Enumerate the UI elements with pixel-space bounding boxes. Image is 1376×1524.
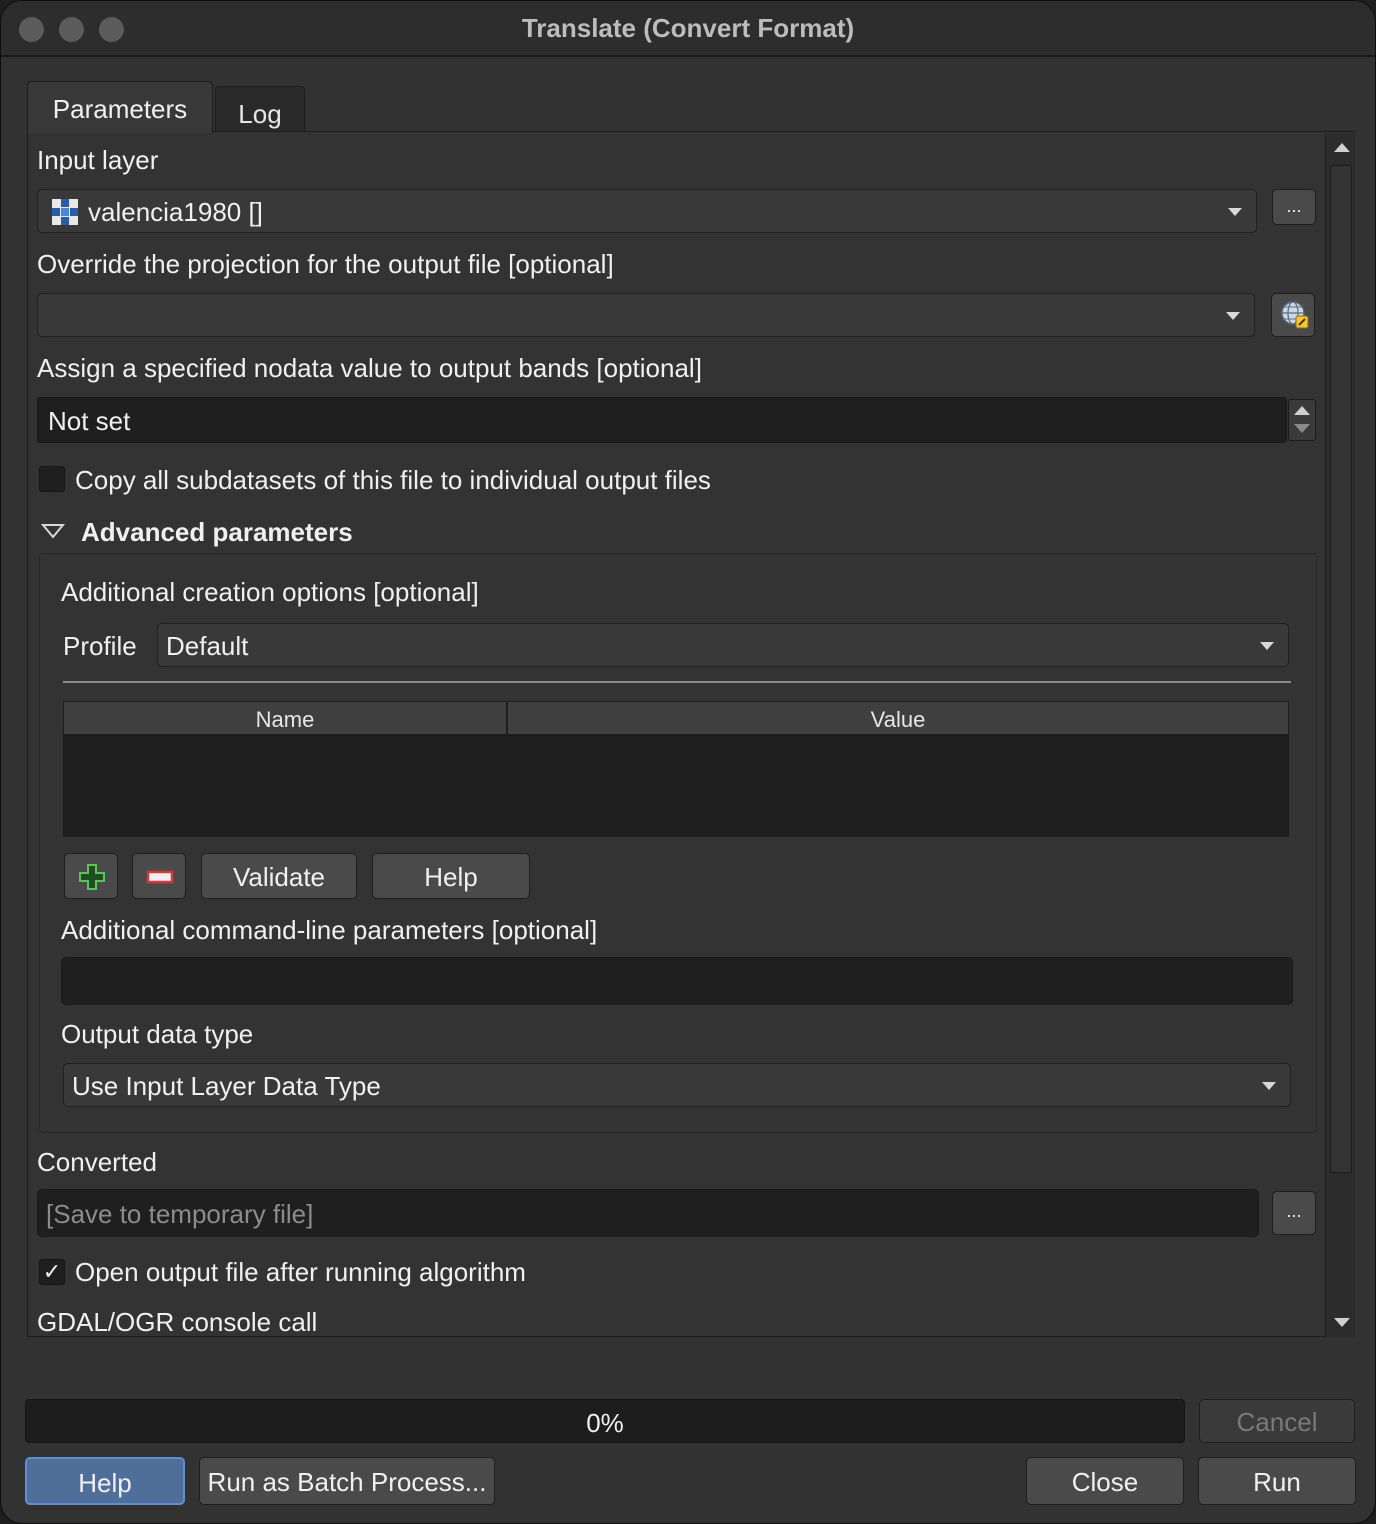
copy-subdatasets-checkbox[interactable]	[39, 466, 65, 492]
tab-log[interactable]: Log	[215, 86, 305, 132]
input-layer-value: valencia1980 []	[88, 197, 263, 227]
scrollbar-thumb[interactable]	[1330, 165, 1352, 1173]
projection-combo[interactable]	[37, 293, 1255, 337]
scroll-down-icon[interactable]	[1334, 1318, 1350, 1327]
projection-label: Override the projection for the output f…	[37, 249, 614, 279]
tab-parameters[interactable]: Parameters	[27, 81, 213, 133]
progress-text: 0%	[586, 1408, 624, 1438]
tab-parameters-label: Parameters	[52, 94, 188, 124]
converted-placeholder: [Save to temporary file]	[46, 1199, 314, 1229]
converted-browse-button[interactable]: ...	[1272, 1191, 1316, 1235]
nodata-spinbox[interactable]: Not set	[37, 397, 1287, 443]
table-header-value[interactable]: Value	[507, 701, 1289, 735]
profile-value: Default	[166, 631, 249, 661]
converted-output-field[interactable]: [Save to temporary file]	[37, 1189, 1259, 1237]
open-output-label: Open output file after running algorithm	[75, 1257, 526, 1287]
nodata-value: Not set	[48, 406, 131, 436]
scroll-up-icon[interactable]	[1334, 143, 1350, 152]
copy-subdatasets-label: Copy all subdatasets of this file to ind…	[75, 465, 711, 495]
globe-crs-icon	[1281, 301, 1309, 329]
output-data-type-label: Output data type	[61, 1019, 254, 1049]
nodata-label: Assign a specified nodata value to outpu…	[37, 353, 702, 383]
creation-options-label: Additional creation options [optional]	[61, 577, 479, 607]
divider	[63, 681, 1291, 683]
tab-log-label: Log	[238, 99, 282, 129]
chevron-down-icon	[1228, 208, 1242, 216]
input-layer-browse-button[interactable]: ...	[1272, 189, 1316, 225]
console-call-label: GDAL/OGR console call	[37, 1307, 318, 1337]
options-help-button[interactable]: Help	[372, 853, 530, 899]
creation-options-table[interactable]	[63, 735, 1289, 837]
help-button[interactable]: Help	[25, 1457, 185, 1505]
panel-scrollbar[interactable]	[1325, 133, 1355, 1337]
output-data-type-value: Use Input Layer Data Type	[72, 1071, 381, 1101]
run-batch-button[interactable]: Run as Batch Process...	[199, 1457, 495, 1505]
remove-option-button[interactable]	[132, 853, 186, 899]
table-header-name[interactable]: Name	[63, 701, 507, 735]
raster-layer-icon	[52, 199, 78, 225]
profile-combo[interactable]: Default	[157, 623, 1289, 667]
chevron-down-icon	[1226, 312, 1240, 320]
collapse-triangle-icon[interactable]	[41, 523, 65, 539]
cmdline-label: Additional command-line parameters [opti…	[61, 915, 598, 945]
add-option-button[interactable]	[64, 853, 118, 899]
input-layer-combo[interactable]: valencia1980 []	[37, 189, 1257, 233]
close-button[interactable]: Close	[1026, 1457, 1184, 1505]
validate-button[interactable]: Validate	[201, 853, 357, 899]
select-crs-button[interactable]	[1271, 293, 1315, 337]
converted-label: Converted	[37, 1147, 157, 1177]
cmdline-input[interactable]	[61, 957, 1293, 1005]
advanced-parameters-header[interactable]: Advanced parameters	[81, 517, 353, 548]
stepper-down-icon[interactable]	[1294, 424, 1310, 433]
cancel-button[interactable]: Cancel	[1199, 1399, 1355, 1443]
window-title: Translate (Convert Format)	[521, 13, 855, 43]
title-bar: Translate (Convert Format)	[1, 1, 1375, 57]
stepper-up-icon[interactable]	[1294, 406, 1310, 415]
dialog-window: Translate (Convert Format) Parameters Lo…	[0, 0, 1376, 1524]
panel-bottom-edge	[27, 1337, 1355, 1343]
chevron-down-icon	[1262, 1082, 1276, 1090]
run-button[interactable]: Run	[1198, 1457, 1356, 1505]
chevron-down-icon	[1260, 642, 1274, 650]
plus-icon	[79, 864, 105, 890]
progress-bar: 0%	[25, 1399, 1185, 1443]
input-layer-label: Input layer	[37, 145, 159, 175]
output-data-type-combo[interactable]: Use Input Layer Data Type	[63, 1063, 1291, 1107]
profile-label: Profile	[63, 631, 137, 661]
minus-icon	[146, 870, 174, 884]
nodata-stepper[interactable]	[1288, 399, 1316, 441]
open-output-checkbox[interactable]: ✓	[39, 1259, 65, 1285]
